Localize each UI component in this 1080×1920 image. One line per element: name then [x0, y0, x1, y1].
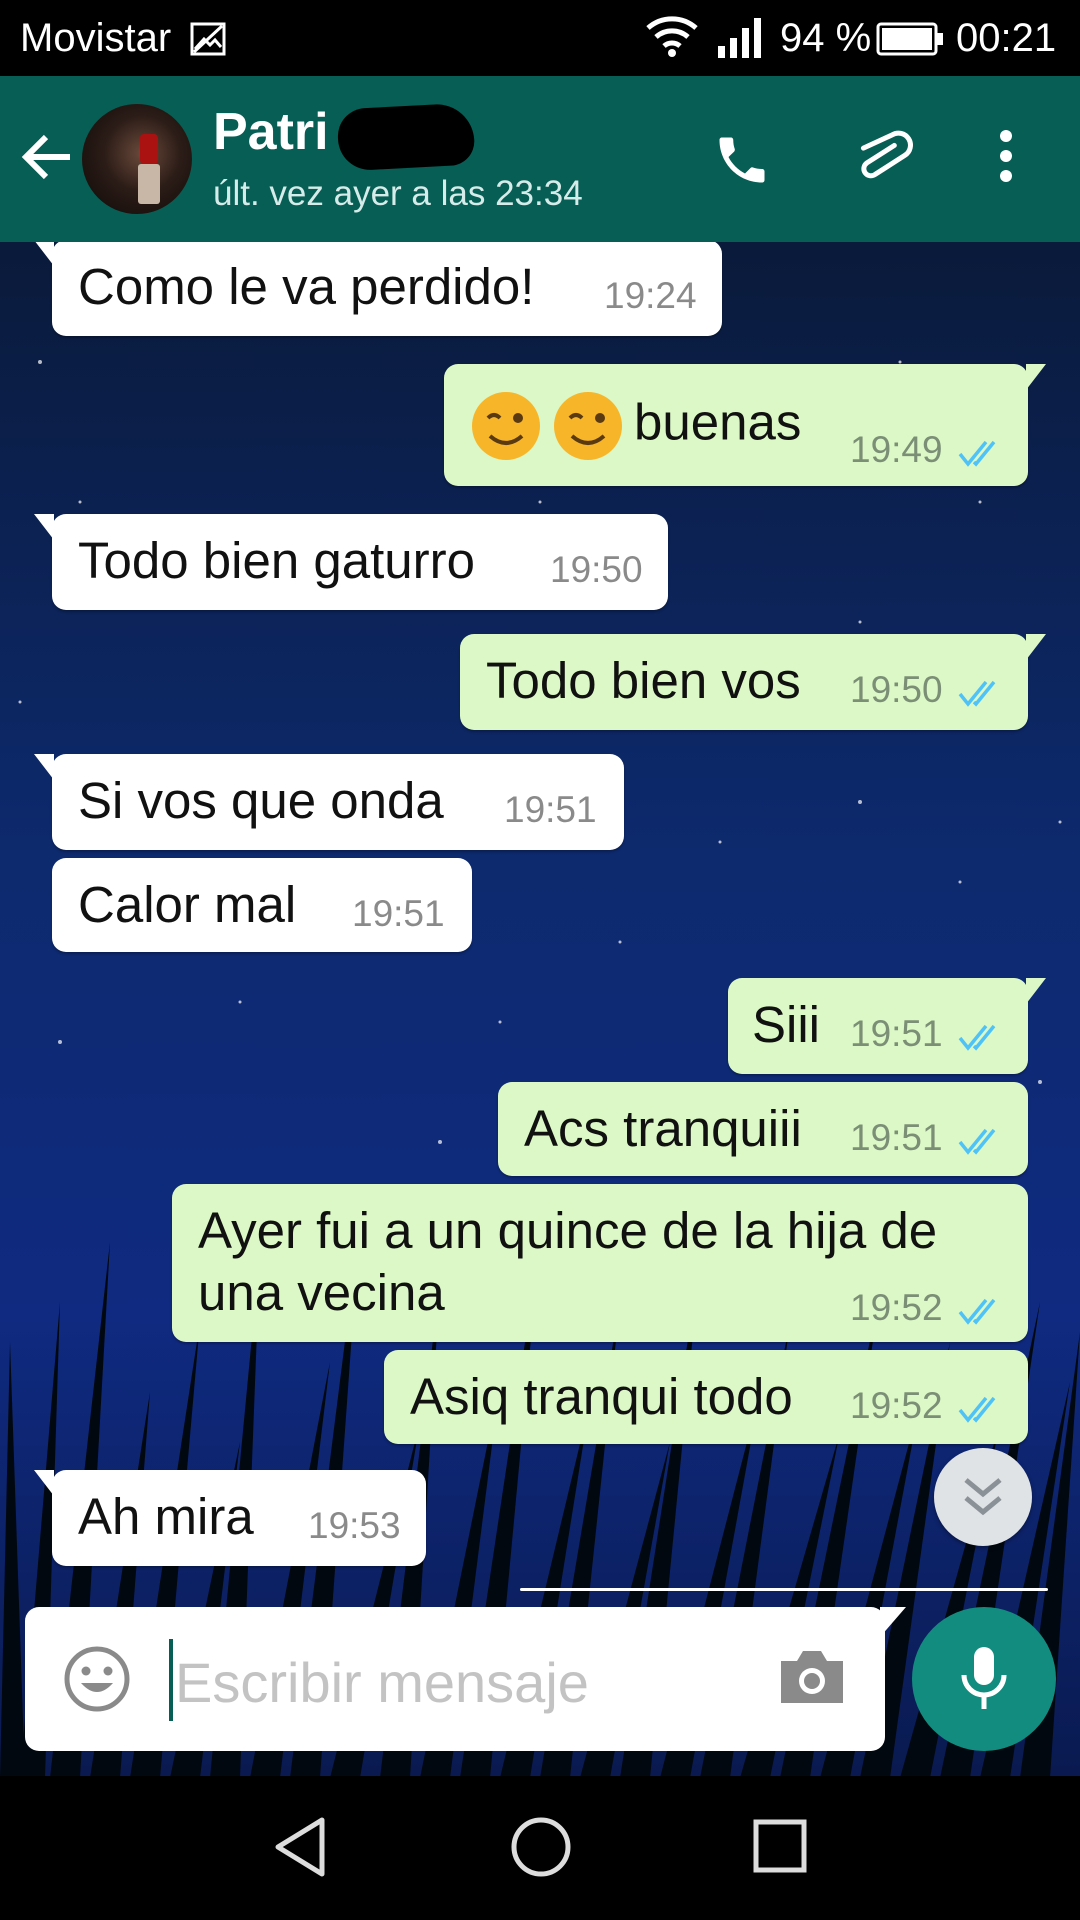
- more-vert-icon[interactable]: [998, 128, 1014, 189]
- message-incoming[interactable]: Como le va perdido! 19:24: [34, 242, 722, 336]
- message-input[interactable]: [173, 1643, 777, 1721]
- message-text: Ah mira: [78, 1488, 254, 1545]
- nav-home-icon[interactable]: [510, 1816, 572, 1883]
- winking-face-icon: [472, 392, 540, 460]
- emoji-icon[interactable]: [63, 1645, 131, 1718]
- message-time: 19:49: [850, 429, 943, 470]
- message-incoming[interactable]: Si vos que onda 19:51: [34, 754, 624, 850]
- last-seen-status: últ. vez ayer a las 23:34: [213, 174, 583, 213]
- nav-back-icon[interactable]: [272, 1816, 328, 1883]
- double-check-icon: [958, 1024, 996, 1051]
- contact-name[interactable]: Patri: [213, 102, 329, 162]
- status-bar: Movistar 94 % 00:21: [0, 0, 1080, 76]
- image-notification-icon: [190, 22, 226, 61]
- microphone-icon: [961, 1647, 1007, 1709]
- wifi-icon: [646, 16, 698, 63]
- double-check-icon: [958, 440, 996, 467]
- message-time: 19:24: [604, 275, 697, 316]
- message-text: Acs tranquiii: [524, 1100, 802, 1157]
- voice-record-button[interactable]: [912, 1607, 1056, 1751]
- message-time: 19:50: [550, 549, 643, 590]
- divider-line: [520, 1588, 1048, 1591]
- battery-icon: [876, 22, 944, 61]
- message-text: Siii: [752, 996, 821, 1053]
- message-text: Asiq tranqui todo: [410, 1368, 793, 1425]
- message-outgoing[interactable]: Asiq tranqui todo 19:52: [384, 1350, 1028, 1444]
- double-check-icon: [958, 1396, 996, 1423]
- message-outgoing[interactable]: Ayer fui a un quince de la hija de una v…: [172, 1184, 1028, 1342]
- message-time: 19:51: [850, 1013, 943, 1054]
- message-text: Como le va perdido!: [78, 258, 535, 315]
- double-check-icon: [958, 1128, 996, 1155]
- message-time: 19:52: [850, 1385, 943, 1426]
- double-check-icon: [958, 680, 996, 707]
- message-time: 19:52: [850, 1287, 943, 1328]
- paperclip-icon[interactable]: [852, 128, 918, 193]
- camera-icon[interactable]: [777, 1647, 847, 1712]
- arrow-back-icon[interactable]: [20, 132, 74, 187]
- composer-tail: [880, 1607, 906, 1637]
- message-text: Todo bien gaturro: [78, 532, 475, 589]
- chat-area[interactable]: Como le va perdido! 19:24 buenas 19:49 T…: [0, 242, 1080, 1778]
- message-time: 19:51: [850, 1117, 943, 1158]
- double-check-icon: [958, 1298, 996, 1325]
- signal-icon: [718, 18, 764, 63]
- message-outgoing[interactable]: Acs tranquiii 19:51: [498, 1082, 1028, 1176]
- message-time: 19:50: [850, 669, 943, 710]
- message-outgoing[interactable]: Siii 19:51: [728, 978, 1046, 1074]
- redaction-scribble: [336, 102, 476, 172]
- battery-percentage: 94 %: [780, 16, 872, 60]
- carrier-name: Movistar: [20, 16, 172, 60]
- message-content: buenas: [470, 390, 801, 462]
- system-nav-bar: [0, 1776, 1080, 1920]
- scroll-to-bottom-button[interactable]: [934, 1448, 1032, 1546]
- message-text: Calor mal: [78, 876, 297, 933]
- message-incoming[interactable]: Ah mira 19:53: [34, 1470, 426, 1566]
- message-time: 19:53: [308, 1505, 401, 1546]
- message-incoming[interactable]: Calor mal 19:51: [52, 858, 472, 952]
- message-outgoing[interactable]: Todo bien vos 19:50: [460, 634, 1046, 730]
- message-composer: [25, 1607, 885, 1751]
- message-time: 19:51: [352, 893, 445, 934]
- message-text: Si vos que onda: [78, 772, 444, 829]
- contact-avatar[interactable]: [82, 104, 192, 214]
- nav-recents-icon[interactable]: [752, 1818, 808, 1879]
- message-outgoing[interactable]: buenas 19:49: [444, 364, 1046, 486]
- message-incoming[interactable]: Todo bien gaturro 19:50: [34, 514, 668, 610]
- double-chevron-down-icon: [964, 1478, 1002, 1516]
- message-text: Todo bien vos: [486, 652, 801, 709]
- winking-face-icon: [554, 392, 622, 460]
- message-text: buenas: [634, 393, 802, 451]
- message-time: 19:51: [504, 789, 597, 830]
- phone-icon[interactable]: [712, 130, 772, 195]
- chat-header: Patri últ. vez ayer a las 23:34: [0, 76, 1080, 242]
- clock: 00:21: [956, 16, 1057, 60]
